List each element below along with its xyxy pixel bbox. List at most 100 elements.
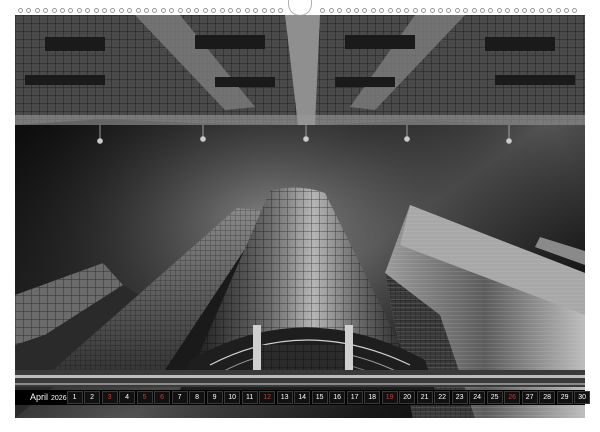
binding-hole — [538, 8, 544, 13]
day-cell: 19 — [381, 391, 398, 404]
hanger-hook — [288, 0, 312, 16]
binding-hole — [505, 8, 511, 13]
binding-hole — [60, 8, 65, 13]
binding-hole — [211, 8, 217, 13]
binding-hole — [471, 8, 477, 13]
binding-hole — [110, 8, 116, 13]
binding-hole — [270, 8, 275, 13]
day-cell: 10 — [224, 391, 241, 404]
month-name: April — [30, 391, 49, 402]
day-cell: 5 — [136, 391, 153, 404]
day-cell: 11 — [241, 391, 258, 404]
day-cell: 7 — [171, 391, 188, 404]
binding-hole — [228, 8, 233, 13]
binding-hole — [496, 8, 502, 13]
binding-hole — [564, 8, 569, 13]
binding-hole — [396, 8, 401, 13]
binding-hole — [480, 8, 485, 13]
day-cell: 27 — [521, 391, 538, 404]
binding-hole — [438, 8, 443, 13]
day-cell: 6 — [154, 391, 171, 404]
binding-hole — [118, 8, 124, 13]
binding-hole — [127, 8, 133, 13]
day-cell: 26 — [504, 391, 521, 404]
binding-hole — [219, 8, 225, 13]
binding-hole — [370, 8, 376, 13]
day-cell: 29 — [556, 391, 573, 404]
binding-hole — [379, 8, 385, 13]
month-label: April 2026 — [15, 390, 67, 406]
day-cell: 24 — [469, 391, 486, 404]
skyscraper-photo-illustration — [15, 15, 585, 418]
day-cell: 12 — [259, 391, 276, 404]
day-cell: 16 — [329, 391, 346, 404]
binding-hole — [463, 8, 469, 13]
binding-hole — [18, 8, 23, 13]
binding-hole — [202, 8, 208, 13]
binding-hole — [387, 8, 393, 13]
binding-hole — [253, 8, 259, 13]
day-cell: 13 — [276, 391, 293, 404]
day-cell: 14 — [294, 391, 311, 404]
binding-hole — [244, 8, 250, 13]
binding-hole — [34, 8, 40, 13]
day-cell: 25 — [486, 391, 503, 404]
binding-hole — [454, 8, 460, 13]
binding-hole — [513, 8, 519, 13]
binding-hole — [26, 8, 32, 13]
binding-hole — [102, 8, 107, 13]
binding-hole — [488, 8, 494, 13]
binding-hole — [522, 8, 527, 13]
day-cell: 21 — [416, 391, 433, 404]
binding-hole — [236, 8, 242, 13]
binding-hole — [85, 8, 91, 13]
day-cell: 2 — [84, 391, 101, 404]
binding-hole — [429, 8, 435, 13]
binding-hole — [320, 8, 326, 13]
day-cell: 9 — [206, 391, 223, 404]
calendar-photo — [15, 15, 585, 418]
binding-hole — [555, 8, 561, 13]
binding-hole — [572, 8, 578, 13]
binding-hole — [421, 8, 427, 13]
binding-hole — [337, 8, 343, 13]
day-cell: 22 — [434, 391, 451, 404]
binding-hole — [547, 8, 553, 13]
binding-hole — [328, 8, 334, 13]
binding-hole — [194, 8, 200, 13]
binding-hole — [160, 8, 166, 13]
day-cells: 1 2 3 4 5 6 7 8 9 10 11 12 13 14 15 16 17 18 19 20 21 22 23 24 2… — [66, 390, 592, 405]
binding-hole — [76, 8, 82, 13]
day-cell: 4 — [119, 391, 136, 404]
day-cell: 8 — [189, 391, 206, 404]
binding-hole — [51, 8, 57, 13]
day-cell: 20 — [399, 391, 416, 404]
day-cell: 17 — [346, 391, 363, 404]
day-cell: 15 — [311, 391, 328, 404]
day-cell: 28 — [539, 391, 556, 404]
day-cell: 1 — [66, 391, 83, 404]
binding-hole — [186, 8, 191, 13]
binding-hole — [278, 8, 284, 13]
day-cell: 3 — [101, 391, 118, 404]
binding-hole — [354, 8, 359, 13]
binding-hole — [68, 8, 74, 13]
binding-hole — [135, 8, 141, 13]
binding-hole — [530, 8, 536, 13]
day-cell: 18 — [364, 391, 381, 404]
binding-hole — [404, 8, 410, 13]
binding-hole — [93, 8, 99, 13]
binding-hole — [362, 8, 368, 13]
binding-hole — [345, 8, 351, 13]
binding-hole — [144, 8, 149, 13]
calendar-strip: April 2026 1 2 3 4 5 6 7 8 9 10 11 12 13 14 15 16 17 18 19 2… — [15, 390, 591, 406]
binding-hole — [412, 8, 418, 13]
binding-hole — [261, 8, 267, 13]
binding-hole — [152, 8, 158, 13]
day-cell: 23 — [451, 391, 468, 404]
binding-hole — [446, 8, 452, 13]
binding-hole — [177, 8, 183, 13]
binding-hole — [169, 8, 175, 13]
binding-hole — [43, 8, 49, 13]
day-cell: 30 — [574, 391, 591, 404]
